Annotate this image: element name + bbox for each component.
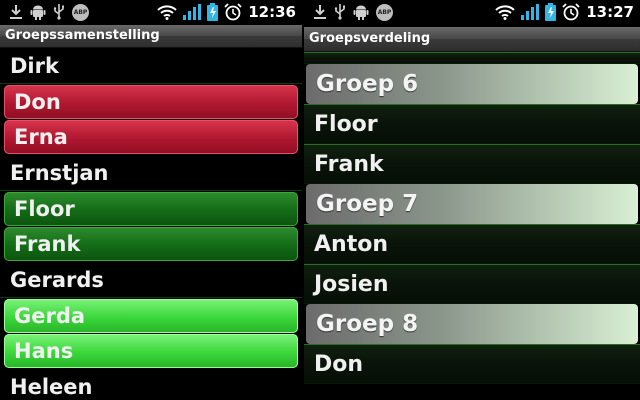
list-item-label: Frank [14, 232, 81, 256]
list-item[interactable]: Anton [304, 224, 640, 264]
list-item[interactable]: Heleen [0, 369, 302, 400]
list-item[interactable]: Gerards [0, 262, 302, 298]
list-item-label: Heleen [10, 374, 93, 399]
list-item-label: Floor [314, 111, 378, 137]
status-bar: ABP 12:36 [0, 0, 302, 24]
wifi-icon [495, 4, 515, 20]
list-item[interactable]: Erna [4, 120, 298, 154]
group-header-label: Groep 6 [316, 71, 419, 97]
page-title: Groepssamenstelling [0, 25, 302, 48]
usb-icon [334, 4, 346, 20]
android-icon [353, 4, 369, 20]
adblock-plus-icon: ABP [376, 3, 393, 21]
usb-icon [53, 4, 65, 20]
battery-charging-icon [207, 3, 219, 21]
list-item-label: Dirk [10, 53, 59, 78]
list-item-label: Erna [14, 125, 68, 149]
list-item[interactable]: Dirk [0, 48, 302, 84]
list-item[interactable]: Hans [4, 334, 298, 368]
group-header-label: Groep 7 [316, 191, 419, 217]
list-item-label: Don [14, 90, 61, 114]
list-item[interactable]: Ernstjan [0, 155, 302, 191]
group-header: Groep 8 [306, 304, 638, 344]
list-item-label: Ernstjan [10, 160, 109, 185]
android-icon [30, 4, 46, 20]
list-item-label: Floor [14, 197, 75, 221]
list-item-label: Josien [314, 271, 389, 297]
group-header-label: Groep 8 [316, 311, 419, 337]
signal-icon [521, 4, 540, 20]
group-header: Groep 7 [306, 184, 638, 224]
list-item[interactable]: Frank [4, 227, 298, 261]
signal-icon [183, 4, 202, 20]
list-item-label: Anton [314, 231, 388, 257]
list-item[interactable]: Don [304, 344, 640, 384]
list-item[interactable]: Josien [304, 264, 640, 304]
list-item-label: Gerda [14, 304, 86, 328]
list-item[interactable]: Floor [4, 192, 298, 226]
list-item-label: Gerards [10, 267, 104, 292]
group-header: Groep 6 [306, 64, 638, 104]
list-item-label: Frank [314, 151, 384, 177]
battery-charging-icon [545, 3, 557, 21]
member-list: Dirk Don Erna Ernstjan Floor Frank Gerards Gerd… [0, 48, 302, 400]
adblock-plus-icon: ABP [72, 3, 89, 21]
status-bar: ABP 13:27 [304, 0, 640, 24]
list-item-label: Hans [14, 339, 74, 363]
right-screen: ABP 13:27 Groepsverdeling Groep 6 Floor Fr… [304, 0, 640, 400]
download-icon [9, 4, 23, 20]
alarm-icon [562, 3, 580, 21]
list-item-partial[interactable] [304, 52, 640, 64]
list-item[interactable]: Frank [304, 144, 640, 184]
page-title: Groepsverdeling [304, 27, 640, 52]
list-item[interactable]: Floor [304, 104, 640, 144]
left-screen: ABP 12:36 Groepssamenstelling Dirk Don Ern… [0, 0, 302, 400]
list-item[interactable]: Gerda [4, 299, 298, 333]
alarm-icon [224, 3, 242, 21]
clock: 12:36 [248, 3, 296, 21]
list-item[interactable]: Don [4, 85, 298, 119]
list-item-label: Don [314, 351, 364, 377]
download-icon [313, 4, 327, 20]
wifi-icon [157, 4, 177, 20]
group-list: Groep 6 Floor Frank Groep 7 Anton Josien Groep… [304, 52, 640, 384]
clock: 13:27 [586, 3, 634, 21]
